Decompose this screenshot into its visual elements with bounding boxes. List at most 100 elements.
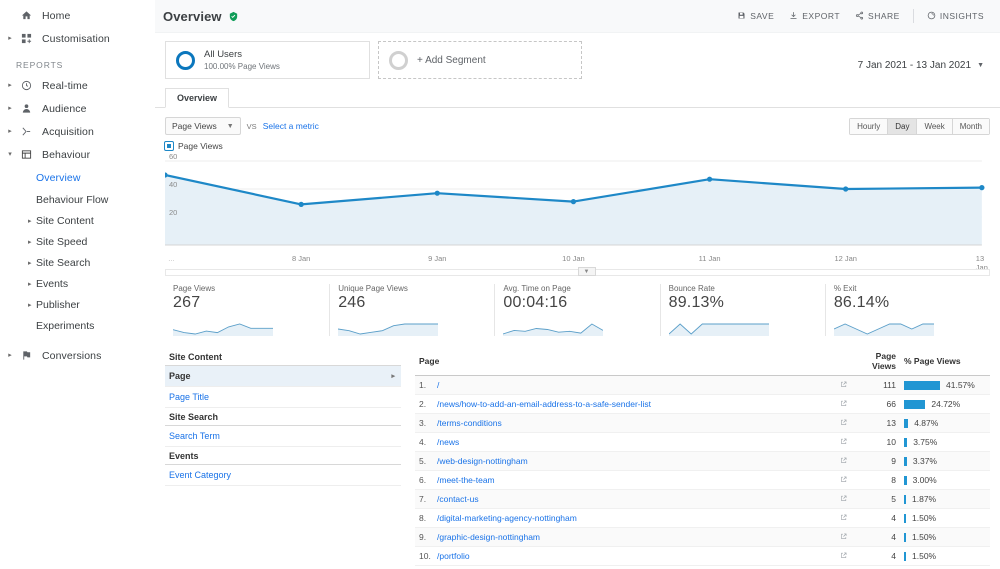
chevron-right-icon[interactable]: ▸	[28, 217, 32, 225]
tab-overview[interactable]: Overview	[165, 88, 230, 108]
col-pct-page-views[interactable]: % Page Views	[900, 348, 990, 376]
sidebar-item-site-speed[interactable]: ▸ Site Speed	[0, 231, 154, 252]
row-page-views: 13	[854, 413, 900, 433]
chevron-right-icon[interactable]: ▸	[4, 120, 16, 143]
row-pct-cell: 1.50%	[900, 508, 990, 528]
row-page-path[interactable]: /contact-us	[433, 489, 832, 509]
sidebar-item-audience[interactable]: ▸ Audience	[0, 97, 154, 120]
row-page-views: 4	[854, 527, 900, 547]
chevron-right-icon[interactable]: ▸	[4, 74, 16, 97]
page-views-line-chart[interactable]: 20 40 60	[162, 153, 990, 253]
granularity-hourly[interactable]: Hourly	[849, 117, 888, 135]
dimension-item[interactable]: Page Title	[165, 387, 401, 408]
sidebar-item-site-search[interactable]: ▸ Site Search	[0, 252, 154, 273]
summary-card[interactable]: Unique Page Views 246	[330, 284, 496, 336]
open-page-icon[interactable]	[832, 451, 854, 471]
summary-card-title: Page Views	[173, 284, 216, 293]
row-pct-value: 41.57%	[946, 380, 975, 390]
add-segment-button[interactable]: + Add Segment	[378, 41, 582, 79]
summary-card[interactable]: % Exit 86.14%	[826, 284, 990, 336]
dimension-item[interactable]: Page ▸	[165, 366, 401, 387]
open-page-icon[interactable]	[832, 527, 854, 547]
open-page-icon[interactable]	[832, 489, 854, 509]
sidebar-item-site-content[interactable]: ▸ Site Content	[0, 210, 154, 231]
date-range-picker[interactable]: 7 Jan 2021 - 13 Jan 2021 ▼	[858, 41, 990, 79]
open-page-icon[interactable]	[832, 394, 854, 414]
granularity-week[interactable]: Week	[916, 117, 952, 135]
sidebar-item-behaviour[interactable]: ▾ Behaviour	[0, 143, 154, 166]
row-page-path[interactable]: /	[433, 375, 832, 395]
table-row[interactable]: 5./web-design-nottingham 9 3.37%	[415, 451, 990, 471]
chevron-down-icon: ▼	[226, 122, 234, 130]
summary-card[interactable]: Page Views 267	[165, 284, 331, 336]
row-page-path[interactable]: /graphic-design-nottingham	[433, 527, 832, 547]
chart-legend: Page Views	[164, 141, 990, 151]
open-page-icon[interactable]	[832, 375, 854, 395]
table-row[interactable]: 2./news/how-to-add-an-email-address-to-a…	[415, 394, 990, 414]
sidebar-item-experiments[interactable]: Experiments	[0, 315, 154, 336]
sidebar-item-conversions[interactable]: ▸ Conversions	[0, 344, 154, 367]
sidebar-item-customisation[interactable]: ▸ Customisation	[0, 27, 154, 50]
row-pct-value: 1.50%	[912, 513, 937, 523]
dimension-item[interactable]: Event Category	[165, 465, 401, 486]
row-page-path[interactable]: /news/how-to-add-an-email-address-to-a-s…	[433, 394, 832, 414]
row-page-path[interactable]: /news	[433, 432, 832, 452]
chevron-right-icon[interactable]: ▸	[28, 301, 32, 309]
summary-card[interactable]: Bounce Rate 89.13%	[661, 284, 826, 336]
open-page-icon[interactable]	[832, 546, 854, 566]
table-row[interactable]: 1./ 111 41.57%	[415, 375, 990, 395]
granularity-day[interactable]: Day	[887, 117, 917, 135]
chevron-right-icon[interactable]: ▸	[4, 97, 16, 120]
row-page-path[interactable]: /terms-conditions	[433, 413, 832, 433]
row-index: 7.	[415, 489, 433, 509]
sidebar-item-acquisition[interactable]: ▸ Acquisition	[0, 120, 154, 143]
summary-card[interactable]: Avg. Time on Page 00:04:16	[495, 284, 661, 336]
row-page-path[interactable]: /portfolio	[433, 546, 832, 566]
sidebar-label-publisher: Publisher	[36, 298, 80, 311]
table-row[interactable]: 3./terms-conditions 13 4.87%	[415, 413, 990, 433]
table-row[interactable]: 8./digital-marketing-agency-nottingham 4 1…	[415, 508, 990, 528]
chevron-down-icon[interactable]: ▾	[4, 143, 16, 166]
granularity-month[interactable]: Month	[951, 117, 990, 135]
col-page[interactable]: Page	[415, 348, 854, 376]
sidebar-item-overview[interactable]: Overview	[0, 166, 154, 189]
row-page-path[interactable]: /digital-marketing-agency-nottingham	[433, 508, 832, 528]
chart-range-slider[interactable]: ▼	[165, 267, 990, 276]
sidebar-item-home[interactable]: Home	[0, 4, 154, 27]
sidebar-item-events[interactable]: ▸ Events	[0, 273, 154, 294]
chevron-right-icon[interactable]: ▸	[28, 238, 32, 246]
open-page-icon[interactable]	[832, 413, 854, 433]
dimension-item[interactable]: Search Term	[165, 426, 401, 447]
select-a-metric-link[interactable]: Select a metric	[263, 121, 319, 131]
col-page-views[interactable]: Page Views	[854, 348, 900, 376]
segment-all-users[interactable]: All Users 100.00% Page Views	[165, 41, 370, 79]
open-page-icon[interactable]	[832, 432, 854, 452]
metric-selector[interactable]: Page Views ▼	[165, 117, 241, 135]
row-page-path[interactable]: /web-design-nottingham	[433, 451, 832, 471]
table-header-row: Page Page Views % Page Views	[415, 348, 990, 376]
share-button[interactable]: SHARE	[849, 8, 906, 25]
table-row[interactable]: 10./portfolio 4 1.50%	[415, 546, 990, 566]
table-row[interactable]: 6./meet-the-team 8 3.00%	[415, 470, 990, 490]
table-row[interactable]: 9./graphic-design-nottingham 4 1.50%	[415, 527, 990, 547]
table-row[interactable]: 4./news 10 3.75%	[415, 432, 990, 452]
export-button[interactable]: EXPORT	[783, 8, 846, 25]
chevron-right-icon[interactable]: ▸	[28, 280, 32, 288]
insights-button[interactable]: INSIGHTS	[921, 8, 990, 25]
person-icon	[16, 103, 36, 114]
table-row[interactable]: 7./contact-us 5 1.87%	[415, 489, 990, 509]
sidebar-label-acquisition: Acquisition	[42, 125, 94, 138]
sidebar-item-behaviour-flow[interactable]: Behaviour Flow	[0, 189, 154, 210]
save-button[interactable]: SAVE	[731, 8, 780, 25]
open-page-icon[interactable]	[832, 470, 854, 490]
sidebar-item-real-time[interactable]: ▸ Real-time	[0, 74, 154, 97]
summary-card-value: 86.14%	[833, 294, 890, 311]
chevron-right-icon[interactable]: ▸	[4, 27, 16, 50]
sidebar-item-publisher[interactable]: ▸ Publisher	[0, 294, 154, 315]
chevron-right-icon[interactable]: ▸	[4, 344, 16, 367]
open-page-icon[interactable]	[832, 508, 854, 528]
slider-handle[interactable]: ▼	[577, 267, 596, 276]
summary-card-title: Unique Page Views	[338, 284, 408, 293]
row-page-path[interactable]: /meet-the-team	[433, 470, 832, 490]
chevron-right-icon[interactable]: ▸	[28, 259, 32, 267]
